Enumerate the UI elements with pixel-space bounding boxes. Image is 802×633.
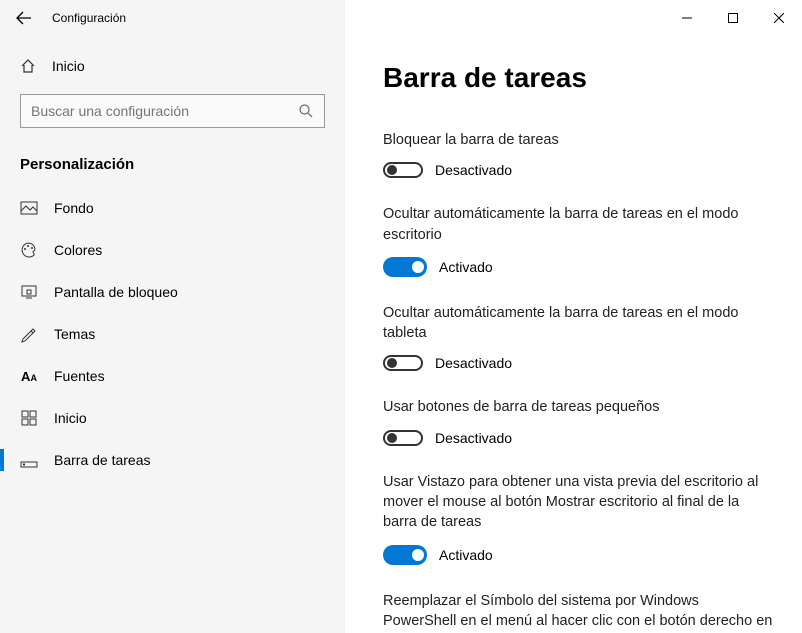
- start-icon: [20, 409, 38, 427]
- window-controls: [664, 2, 802, 34]
- setting-small-buttons: Usar botones de barra de tareas pequeños…: [383, 397, 774, 445]
- page-title: Barra de tareas: [383, 62, 774, 94]
- main-content: Barra de tareas Bloquear la barra de tar…: [345, 36, 802, 633]
- sidebar-item-label: Temas: [54, 326, 95, 342]
- setting-autohide-desktop: Ocultar automáticamente la barra de tare…: [383, 204, 774, 277]
- setting-peek: Usar Vistazo para obtener una vista prev…: [383, 472, 774, 565]
- close-button[interactable]: [756, 2, 802, 34]
- toggle-state: Activado: [439, 259, 493, 275]
- section-header: Personalización: [0, 148, 345, 187]
- palette-icon: [20, 241, 38, 259]
- sidebar-item-fondo[interactable]: Fondo: [0, 187, 345, 229]
- sidebar-item-label: Colores: [54, 242, 102, 258]
- toggle-autohide-desktop[interactable]: [383, 257, 427, 277]
- taskbar-icon: [20, 451, 38, 469]
- minimize-icon: [682, 13, 692, 23]
- sidebar-item-colores[interactable]: Colores: [0, 229, 345, 271]
- home-icon: [20, 58, 36, 74]
- picture-icon: [20, 199, 38, 217]
- back-button[interactable]: [8, 2, 40, 34]
- setting-label: Usar botones de barra de tareas pequeños: [383, 397, 774, 417]
- search-box[interactable]: [20, 94, 325, 128]
- fonts-icon: AA: [20, 367, 38, 385]
- close-icon: [774, 13, 784, 23]
- toggle-peek[interactable]: [383, 545, 427, 565]
- maximize-button[interactable]: [710, 2, 756, 34]
- sidebar-item-label: Fuentes: [54, 368, 105, 384]
- toggle-state: Desactivado: [435, 430, 512, 446]
- home-label: Inicio: [52, 58, 85, 74]
- toggle-state: Desactivado: [435, 355, 512, 371]
- setting-label: Reemplazar el Símbolo del sistema por Wi…: [383, 591, 774, 633]
- setting-label: Ocultar automáticamente la barra de tare…: [383, 303, 774, 344]
- minimize-button[interactable]: [664, 2, 710, 34]
- sidebar-item-pantalla-bloqueo[interactable]: Pantalla de bloqueo: [0, 271, 345, 313]
- sidebar: Inicio Personalización Fondo Colores Pan…: [0, 36, 345, 633]
- sidebar-item-barra-tareas[interactable]: Barra de tareas: [0, 439, 345, 481]
- sidebar-item-inicio[interactable]: Inicio: [0, 397, 345, 439]
- lock-screen-icon: [20, 283, 38, 301]
- sidebar-item-label: Barra de tareas: [54, 452, 151, 468]
- toggle-autohide-tablet[interactable]: [383, 355, 423, 371]
- setting-powershell: Reemplazar el Símbolo del sistema por Wi…: [383, 591, 774, 633]
- search-input[interactable]: [31, 103, 298, 119]
- setting-label: Ocultar automáticamente la barra de tare…: [383, 204, 774, 245]
- toggle-state: Activado: [439, 547, 493, 563]
- sidebar-item-temas[interactable]: Temas: [0, 313, 345, 355]
- home-nav-item[interactable]: Inicio: [0, 48, 345, 84]
- themes-icon: [20, 325, 38, 343]
- search-icon: [298, 103, 314, 119]
- window-title: Configuración: [52, 11, 126, 25]
- setting-lock-taskbar: Bloquear la barra de tareas Desactivado: [383, 130, 774, 178]
- titlebar: Configuración: [0, 0, 802, 36]
- setting-label: Usar Vistazo para obtener una vista prev…: [383, 472, 774, 533]
- setting-autohide-tablet: Ocultar automáticamente la barra de tare…: [383, 303, 774, 372]
- sidebar-item-label: Fondo: [54, 200, 94, 216]
- sidebar-item-label: Inicio: [54, 410, 87, 426]
- toggle-lock-taskbar[interactable]: [383, 162, 423, 178]
- maximize-icon: [728, 13, 738, 23]
- sidebar-item-fuentes[interactable]: AA Fuentes: [0, 355, 345, 397]
- setting-label: Bloquear la barra de tareas: [383, 130, 774, 150]
- back-arrow-icon: [16, 10, 32, 26]
- toggle-state: Desactivado: [435, 162, 512, 178]
- sidebar-item-label: Pantalla de bloqueo: [54, 284, 178, 300]
- toggle-small-buttons[interactable]: [383, 430, 423, 446]
